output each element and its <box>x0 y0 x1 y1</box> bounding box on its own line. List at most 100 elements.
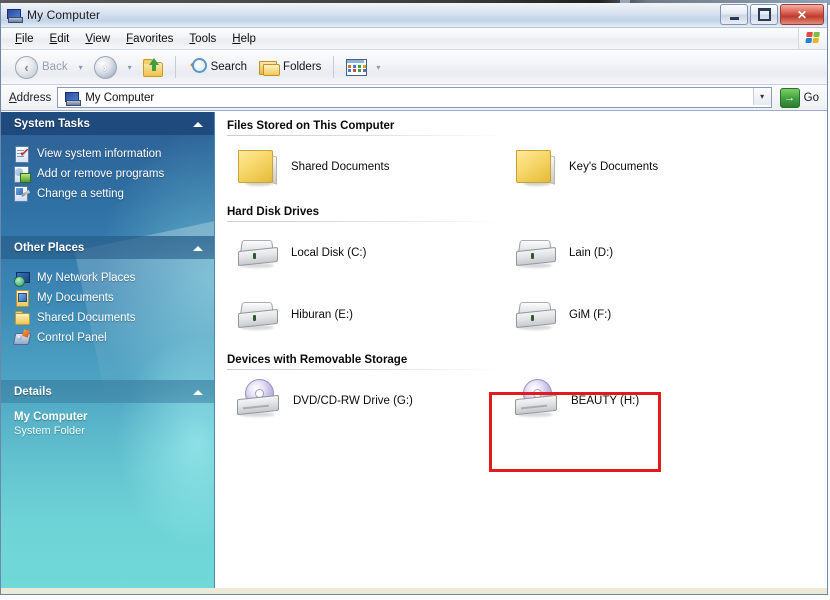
item-label: Lain (D:) <box>569 247 614 259</box>
control-panel-icon <box>12 329 32 346</box>
panel-other-places: Other Places My Network Places My Docume… <box>1 236 214 362</box>
item-shared-documents[interactable]: Shared Documents <box>227 136 505 198</box>
optical-drive-icon <box>513 379 561 423</box>
maximize-icon <box>757 8 771 21</box>
sidebar-item-label: View system information <box>37 148 162 160</box>
up-one-level-icon <box>142 58 163 77</box>
chevron-up-icon[interactable] <box>191 117 204 130</box>
minimize-icon <box>729 14 739 20</box>
minimize-button[interactable] <box>720 4 748 25</box>
group-items-hard-disk-drives: Local Disk (C:) Lain (D:) Hiburan (E:) G… <box>215 222 827 346</box>
menu-bar: File Edit View Favorites Tools Help <box>1 28 827 50</box>
panel-title-system-tasks: System Tasks <box>14 117 90 130</box>
navigation-toolbar: ‹ Back ▾ › ▾ Search Folders ▾ <box>1 50 827 85</box>
panel-title-details: Details <box>14 385 52 398</box>
sidebar-item-shared-documents[interactable]: Shared Documents <box>14 308 206 328</box>
close-button[interactable]: ✕ <box>780 4 824 25</box>
optical-drive-icon <box>235 379 283 423</box>
menu-item-help[interactable]: Help <box>224 31 264 47</box>
magnifier-icon <box>188 58 207 76</box>
my-documents-icon <box>14 290 30 307</box>
chevron-up-icon[interactable] <box>191 385 204 398</box>
address-input[interactable]: My Computer ▾ <box>57 87 772 108</box>
address-bar: Address My Computer ▾ → Go <box>1 85 827 111</box>
forward-history-caret[interactable]: ▾ <box>123 63 137 72</box>
toolbar-separator <box>174 56 176 78</box>
panel-body-other-places: My Network Places My Documents Shared Do… <box>1 259 214 362</box>
item-label: Key's Documents <box>569 161 659 173</box>
panel-body-system-tasks: ✓ View system information Add or remove … <box>1 135 214 218</box>
back-button[interactable]: ‹ Back <box>9 52 74 83</box>
group-heading-files-stored: Files Stored on This Computer <box>227 120 395 132</box>
item-hiburan-e[interactable]: Hiburan (E:) <box>227 284 505 346</box>
views-icon <box>346 58 368 76</box>
file-list-pane[interactable]: Files Stored on This Computer Shared Doc… <box>215 112 827 588</box>
panel-details: Details My Computer System Folder <box>1 380 214 437</box>
panel-spacer-2 <box>1 362 214 380</box>
views-button[interactable]: ▾ <box>340 54 391 80</box>
folder-icon <box>513 146 559 188</box>
sidebar-item-my-documents[interactable]: My Documents <box>14 288 206 308</box>
close-icon: ✕ <box>796 7 808 22</box>
item-dvd-cd-rw-drive-g[interactable]: DVD/CD-RW Drive (G:) <box>227 370 505 432</box>
chevron-up-icon[interactable] <box>191 241 204 254</box>
sidebar-item-control-panel[interactable]: Control Panel <box>12 328 206 348</box>
back-history-caret[interactable]: ▾ <box>74 63 88 72</box>
panel-header-details[interactable]: Details <box>1 380 214 403</box>
item-keys-documents[interactable]: Key's Documents <box>505 136 783 198</box>
go-button-label: Go <box>803 91 819 104</box>
search-button-label: Search <box>210 61 248 73</box>
menu-item-edit[interactable]: Edit <box>42 31 78 47</box>
change-setting-icon <box>14 186 31 202</box>
my-computer-window: My Computer ✕ File Edit View Favorites T… <box>0 3 828 595</box>
sidebar-item-label: Add or remove programs <box>37 168 165 180</box>
maximize-button[interactable] <box>750 4 778 25</box>
group-items-removable-storage: DVD/CD-RW Drive (G:) BEAUTY (H:) <box>215 370 827 432</box>
folders-icon <box>259 59 281 76</box>
forward-button[interactable]: › <box>88 52 123 83</box>
window-content: System Tasks ✓ View system information A… <box>1 111 827 588</box>
window-controls: ✕ <box>720 4 824 25</box>
panel-spacer <box>1 218 214 236</box>
folders-button-label: Folders <box>283 61 322 73</box>
menu-item-view[interactable]: View <box>77 31 118 47</box>
panel-header-system-tasks[interactable]: System Tasks <box>1 112 214 135</box>
forward-arrow-icon: › <box>93 55 117 79</box>
window-titlebar[interactable]: My Computer ✕ <box>1 3 827 28</box>
sidebar-item-view-system-information[interactable]: ✓ View system information <box>14 144 206 164</box>
views-caret-icon[interactable]: ▾ <box>371 63 385 72</box>
panel-title-other-places: Other Places <box>14 241 85 254</box>
address-dropdown-icon[interactable]: ▾ <box>752 88 771 105</box>
menu-item-tools[interactable]: Tools <box>181 31 224 47</box>
item-label: Local Disk (C:) <box>291 247 367 259</box>
panel-body-details: My Computer System Folder <box>1 403 214 437</box>
up-button[interactable] <box>137 54 169 80</box>
toolbar-separator-2 <box>333 56 335 78</box>
item-lain-d[interactable]: Lain (D:) <box>505 222 783 284</box>
sidebar-item-change-a-setting[interactable]: Change a setting <box>14 184 206 204</box>
item-label: GiM (F:) <box>569 309 612 321</box>
sidebar-item-label: Shared Documents <box>37 312 136 324</box>
shared-documents-folder-icon <box>14 310 30 326</box>
group-items-files-stored: Shared Documents Key's Documents <box>215 136 827 198</box>
item-gim-f[interactable]: GiM (F:) <box>505 284 783 346</box>
menu-item-file[interactable]: File <box>7 31 42 47</box>
search-button[interactable]: Search <box>182 54 253 80</box>
sidebar-item-my-network-places[interactable]: My Network Places <box>14 268 206 288</box>
go-arrow-icon: → <box>779 87 800 108</box>
sidebar-item-label: Change a setting <box>37 188 124 200</box>
panel-header-other-places[interactable]: Other Places <box>1 236 214 259</box>
group-heading-removable-storage: Devices with Removable Storage <box>227 354 408 366</box>
window-title: My Computer <box>27 8 101 22</box>
item-local-disk-c[interactable]: Local Disk (C:) <box>227 222 505 284</box>
sidebar-item-add-or-remove-programs[interactable]: Add or remove programs <box>14 164 206 184</box>
sidebar-item-label: My Documents <box>37 292 114 304</box>
folders-button[interactable]: Folders <box>253 55 327 80</box>
hard-drive-icon <box>235 295 281 335</box>
item-label: Hiburan (E:) <box>291 309 353 321</box>
item-beauty-h[interactable]: BEAUTY (H:) <box>505 370 783 432</box>
go-button[interactable]: → Go <box>779 87 823 108</box>
back-arrow-icon: ‹ <box>15 55 38 79</box>
address-label: Address <box>9 91 52 104</box>
menu-item-favorites[interactable]: Favorites <box>118 31 181 47</box>
